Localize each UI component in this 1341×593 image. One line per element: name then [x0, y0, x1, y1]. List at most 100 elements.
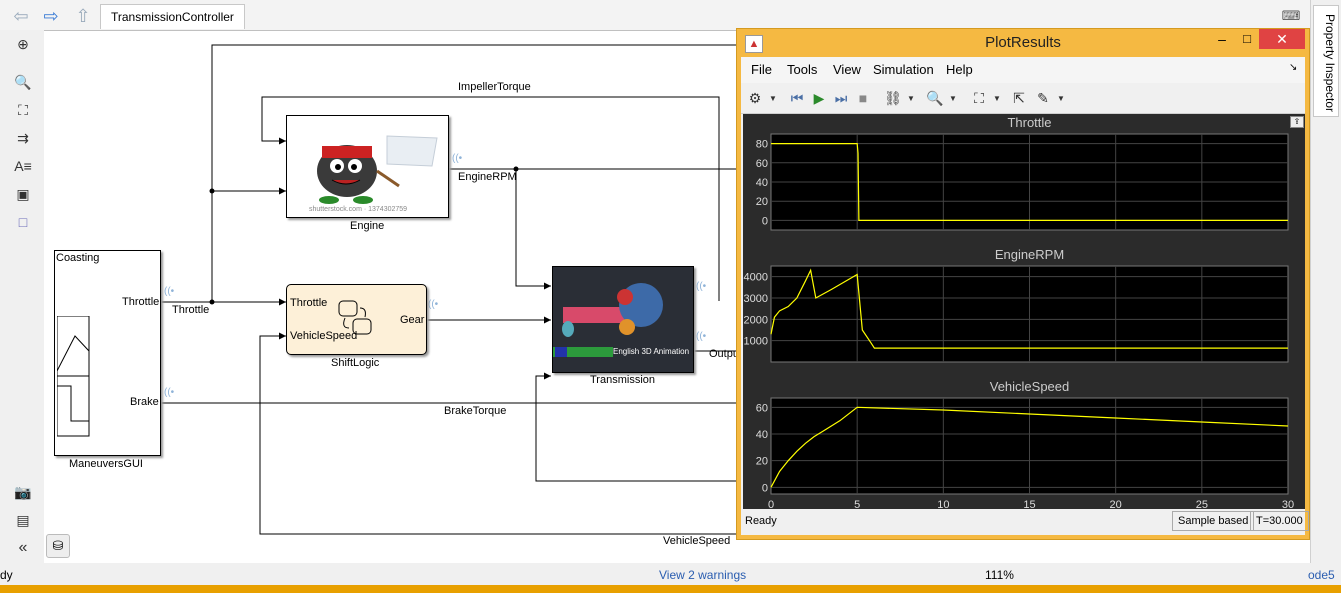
cursor-icon[interactable]: ⇱: [1009, 88, 1029, 108]
zoom-icon[interactable]: 🔍: [12, 72, 34, 92]
engine-cartoon-icon: [317, 135, 438, 204]
animation-badge: English 3D Animation: [613, 347, 690, 356]
maneuver-profile-graphic: [57, 316, 90, 437]
signal-logging-icon: ((•: [164, 387, 175, 398]
plot-results-window[interactable]: ▲ PlotResults – □ ✕ File Tools View Simu…: [736, 28, 1310, 540]
y-tick-label: 20: [756, 456, 768, 468]
warnings-link[interactable]: View 2 warnings: [659, 568, 746, 582]
shiftlogic-block[interactable]: Throttle VehicleSpeed Gear: [286, 284, 427, 355]
signal-logging-icon: ((•: [164, 286, 175, 297]
y-tick-label: 20: [756, 196, 768, 208]
menu-tools[interactable]: Tools: [787, 62, 817, 77]
dropdown-caret-icon[interactable]: ▼: [901, 88, 921, 108]
menu-file[interactable]: File: [751, 62, 772, 77]
database-icon[interactable]: ⛁: [46, 534, 70, 558]
engine-name: Engine: [350, 220, 385, 232]
maneuvers-gui-name: ManeuversGUI: [69, 458, 143, 470]
engine-block[interactable]: shutterstock.com · 1374302759: [286, 115, 449, 218]
x-tick-label: 30: [1282, 499, 1294, 509]
dropdown-caret-icon[interactable]: ▼: [943, 88, 963, 108]
y-tick-label: 4000: [744, 272, 768, 284]
status-text: dy: [0, 568, 13, 582]
minimize-icon[interactable]: –: [1212, 31, 1232, 51]
x-tick-label: 0: [768, 499, 774, 509]
dropdown-caret-icon[interactable]: ▼: [763, 88, 783, 108]
image-watermark: shutterstock.com · 1374302759: [309, 206, 408, 213]
toolbar-navigation: ⇦ ⇨ ⇧ TransmissionController ⌨: [0, 0, 1310, 31]
model-browser-icon[interactable]: ▤: [12, 510, 34, 530]
signal-engine-rpm: EngineRPM: [458, 171, 517, 183]
maneuvers-gui-block[interactable]: Coasting Throttle Brake: [54, 250, 161, 456]
transmission-animation-icon: [553, 267, 693, 372]
close-icon[interactable]: ✕: [1259, 29, 1305, 49]
zoom-in-icon[interactable]: 🔍: [925, 88, 945, 108]
maneuver-mode-label: Coasting: [56, 252, 100, 264]
signal-logging-icon: ((•: [696, 281, 707, 292]
highlight-block-icon[interactable]: ⛓: [883, 88, 903, 108]
shiftlogic-name: ShiftLogic: [331, 357, 380, 369]
transmission-block[interactable]: English 3D Animation: [552, 266, 694, 373]
signal-output: Outpu: [709, 348, 739, 360]
chart-title-enginerpm: EngineRPM: [995, 247, 1064, 262]
maximize-icon[interactable]: □: [1237, 31, 1257, 51]
menu-simulation[interactable]: Simulation: [873, 62, 934, 77]
undock-icon[interactable]: ⇪: [1290, 116, 1304, 128]
signal-logging-icon: ((•: [452, 153, 463, 164]
fit-view-icon[interactable]: ⛶: [12, 100, 34, 120]
status-bar: dy View 2 warnings 111% ode5: [0, 563, 1341, 585]
hide-browser-icon[interactable]: ⊕: [12, 34, 34, 54]
stop-icon[interactable]: ■: [853, 88, 873, 108]
zoom-level: 111%: [985, 568, 1014, 582]
signal-logging-icon: ((•: [696, 331, 707, 342]
stateflow-chart-icon: [338, 300, 372, 335]
x-tick-label: 5: [854, 499, 860, 509]
menu-help[interactable]: Help: [946, 62, 973, 77]
y-tick-label: 0: [762, 482, 768, 494]
tab-transmission-controller[interactable]: TransmissionController: [100, 4, 245, 29]
transmission-name: Transmission: [590, 374, 655, 386]
plot-window-titlebar[interactable]: ▲ PlotResults – □ ✕: [737, 29, 1309, 57]
time-indicator: T=30.000: [1250, 511, 1309, 531]
plot-window-body: File Tools View Simulation Help ↘ ⚙ ▼ ⏮ …: [741, 57, 1309, 535]
port-brake: Brake: [130, 396, 159, 408]
signal-logging-icon: ((•: [428, 299, 439, 310]
signal-throttle: Throttle: [172, 304, 210, 316]
step-forward-icon[interactable]: ⏭: [831, 88, 851, 108]
plot-status-text: Ready: [745, 515, 777, 527]
port-gear: Gear: [400, 314, 425, 326]
run-icon[interactable]: ▶: [809, 88, 829, 108]
image-icon[interactable]: ▣: [12, 184, 34, 204]
area-icon[interactable]: □: [12, 212, 34, 232]
x-tick-label: 10: [937, 499, 949, 509]
x-tick-label: 25: [1196, 499, 1208, 509]
collapse-icon[interactable]: «: [12, 538, 34, 558]
settings-gear-icon[interactable]: ⚙: [745, 88, 765, 108]
dropdown-caret-icon[interactable]: ▼: [987, 88, 1007, 108]
step-back-icon[interactable]: ⏮: [787, 88, 807, 108]
plot-menubar: File Tools View Simulation Help ↘: [741, 57, 1305, 83]
back-arrow-icon[interactable]: ⇦: [10, 6, 32, 26]
y-tick-label: 60: [756, 402, 768, 414]
solver-link[interactable]: ode5: [1308, 568, 1335, 582]
forward-arrow-icon[interactable]: ⇨: [40, 6, 62, 26]
autoscale-icon[interactable]: ⛶: [969, 88, 989, 108]
property-inspector-tab[interactable]: Property Inspector: [1313, 5, 1339, 117]
property-inspector-label: Property Inspector: [1323, 13, 1337, 113]
camera-icon[interactable]: 📷: [12, 482, 34, 502]
y-tick-label: 80: [756, 139, 768, 151]
port-throttle: Throttle: [122, 296, 160, 308]
os-taskbar: [0, 585, 1341, 593]
scope-charts: Throttle020406080EngineRPM10002000300040…: [744, 115, 1295, 509]
style-pen-icon[interactable]: ✎: [1033, 88, 1053, 108]
dropdown-caret-icon[interactable]: ▼: [1051, 88, 1071, 108]
scope-plot-area[interactable]: Throttle 0 20 40 60 80 EngineRPM 1000 2000 3000 40…: [743, 114, 1305, 509]
up-arrow-icon[interactable]: ⇧: [72, 6, 94, 26]
menu-view[interactable]: View: [833, 62, 861, 77]
dock-arrow-icon[interactable]: ↘: [1289, 62, 1297, 73]
y-tick-label: 0: [762, 215, 768, 227]
y-tick-label: 1000: [744, 336, 768, 348]
y-tick-label: 60: [756, 158, 768, 170]
arrow-lines-icon[interactable]: ⇉: [12, 128, 34, 148]
annotation-icon[interactable]: A≡: [12, 156, 34, 176]
keyboard-icon[interactable]: ⌨: [1280, 6, 1302, 26]
